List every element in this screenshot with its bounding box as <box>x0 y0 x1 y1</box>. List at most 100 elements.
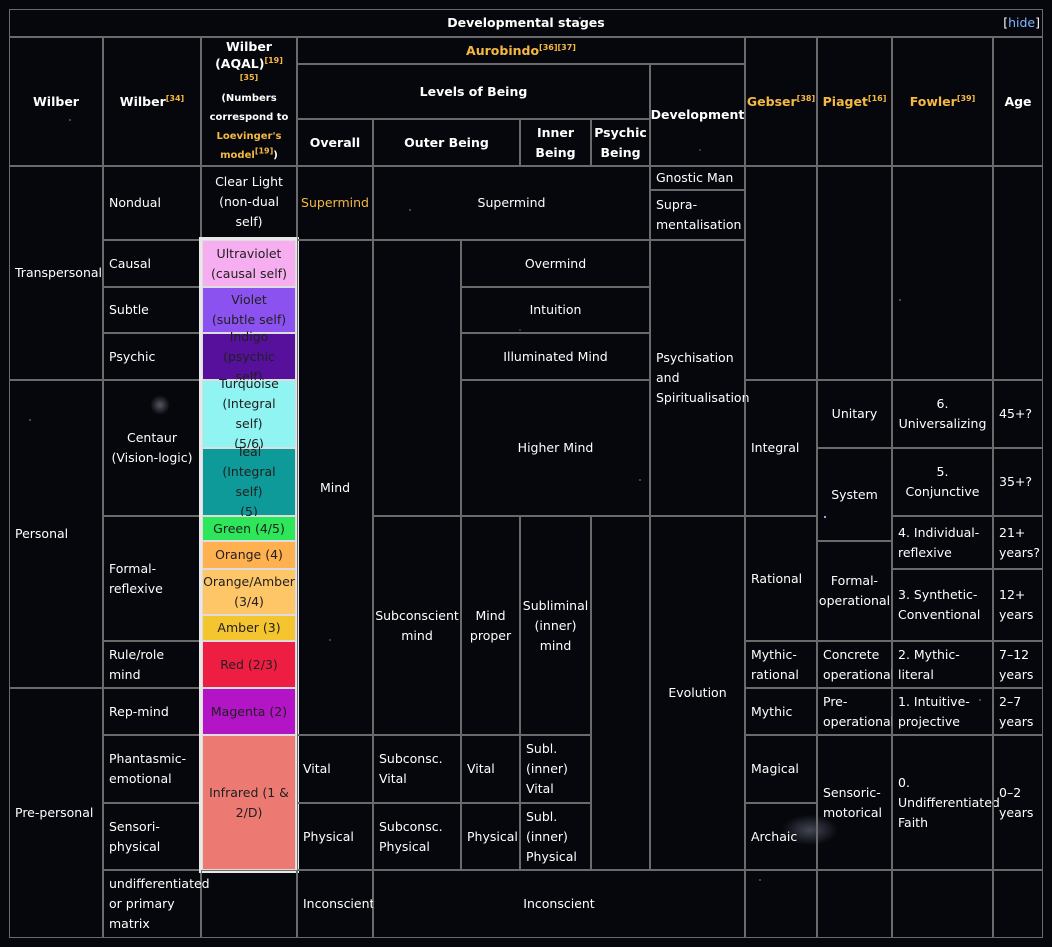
gebser-magical-text: Magical <box>751 761 799 776</box>
wilber-nondual: Nondual <box>103 166 201 240</box>
header-piaget-text[interactable]: Piaget[16] <box>823 92 887 112</box>
ref-36-37[interactable]: [36][37] <box>539 42 576 51</box>
aurobindo-subl-vital: Subl. (inner) Vital <box>520 735 591 803</box>
header-wilber-34-text: Wilber[34] <box>120 92 184 112</box>
aurobindo-illuminated-text: Illuminated Mind <box>503 348 608 364</box>
aurobindo-supermind: Supermind <box>373 166 650 240</box>
wilber-personal-text: Personal <box>15 526 69 541</box>
ref-16[interactable]: [16] <box>868 93 886 102</box>
aurobindo-overall-physical-text: Physical <box>303 828 354 844</box>
aqal-red: Red (2/3) <box>202 641 296 688</box>
header-overall-text: Overall <box>309 134 361 150</box>
header-gebser[interactable]: Gebser[38] <box>745 37 817 166</box>
age-2-7-text: 2–7 years <box>999 693 1034 729</box>
piaget-empty-bottom <box>817 870 892 938</box>
header-aurobindo[interactable]: Aurobindo[36][37] <box>297 37 745 64</box>
wilber-rep-mind: Rep-mind <box>103 688 201 735</box>
header-aurobindo-label[interactable]: Aurobindo <box>466 43 539 58</box>
fowler-0-text: 0. Undifferentiated Faith <box>898 774 1000 830</box>
wilber-phantasmic: Phantasmic- emotional <box>103 735 201 803</box>
wilber-undiff: undifferentiated or primary matrix <box>103 870 210 938</box>
wilber-sensori-text: Sensori- physical <box>109 818 161 854</box>
aqal-clear-light-text: Clear Light (non-dual self) <box>215 174 283 229</box>
aurobindo-gnostic-man-text: Gnostic Man <box>656 170 734 185</box>
hide-toggle[interactable]: [hide] <box>996 11 1040 35</box>
header-gebser-label[interactable]: Gebser <box>747 94 797 109</box>
age-12: 12+ years <box>993 569 1043 641</box>
piaget-unitary: Unitary <box>817 380 892 448</box>
ref-38[interactable]: [38] <box>797 93 815 102</box>
aurobindo-subl-vital-text: Subl. (inner) Vital <box>526 741 568 796</box>
hide-link[interactable]: hide <box>1008 13 1035 33</box>
wilber-nondual-text: Nondual <box>109 195 161 210</box>
aurobindo-overall-supermind-text: Supermind <box>301 195 369 210</box>
aurobindo-supermind-text: Supermind <box>477 195 546 210</box>
aqal-empty-bottom <box>201 870 297 938</box>
piaget-concrete-operational: Concrete operational <box>817 641 895 688</box>
piaget-sensoric-motorical: Sensoric- motorical <box>817 735 892 870</box>
wilber-sensori: Sensori- physical <box>103 803 201 870</box>
header-levels-of-being: Levels of Being <box>297 64 650 119</box>
header-overall: Overall <box>297 119 373 166</box>
wilber-centaur-text: Centaur (Vision-logic) <box>111 430 193 465</box>
gebser-empty-top <box>745 166 817 380</box>
header-gebser-text[interactable]: Gebser[38] <box>747 92 815 112</box>
header-aqal-title: Wilber (AQAL)[19][35] <box>207 38 291 89</box>
age-7-12-text: 7–12 years <box>999 646 1034 682</box>
age-0-2: 0–2 years <box>993 735 1043 870</box>
header-wilber: Wilber <box>9 37 103 166</box>
gebser-rational: Rational <box>745 516 817 641</box>
header-piaget-label[interactable]: Piaget <box>823 94 868 109</box>
fowler-3: 3. Synthetic- Conventional <box>892 569 993 641</box>
age-35: 35+? <box>993 448 1043 516</box>
aqal-orange-amber-text: Orange/Amber (3/4) <box>203 574 295 609</box>
hide-bracket-close: ] <box>1035 15 1040 30</box>
aurobindo-psychic-empty <box>591 516 650 870</box>
wilber-rep-mind-text: Rep-mind <box>109 703 169 719</box>
aqal-infrared: Infrared (1 & 2/D) <box>202 735 296 870</box>
age-empty-bottom <box>993 870 1043 938</box>
piaget-empty-top <box>817 166 892 380</box>
wilber-prepersonal-text: Pre-personal <box>15 805 94 820</box>
piaget-concrete-operational-text: Concrete operational <box>823 646 895 682</box>
aurobindo-vital-proper: Vital <box>461 735 520 803</box>
aurobindo-illuminated-mind: Illuminated Mind <box>461 333 650 380</box>
ref-19[interactable]: [19] <box>255 147 273 156</box>
table-title: Developmental stages <box>9 9 1043 37</box>
fowler-0: 0. Undifferentiated Faith <box>892 735 1000 870</box>
wilber-formal-reflexive-text: Formal- reflexive <box>109 560 163 596</box>
wilber-psychic: Psychic <box>103 333 201 380</box>
header-fowler[interactable]: Fowler[39] <box>892 37 993 166</box>
aurobindo-mind-proper: Mind proper <box>461 516 520 735</box>
loevinger-link[interactable]: Loevinger's model[19]) <box>217 127 282 165</box>
aqal-violet-text: Violet (subtle self) <box>211 292 287 327</box>
header-piaget[interactable]: Piaget[16] <box>817 37 892 166</box>
ref-39[interactable]: [39] <box>957 93 975 102</box>
aurobindo-evolution: Evolution <box>650 516 745 870</box>
piaget-pre-operational-text: Pre- operational <box>823 693 895 729</box>
ref-34[interactable]: [34] <box>166 93 184 102</box>
age-2-7: 2–7 years <box>993 688 1043 735</box>
gebser-empty-bottom <box>745 870 817 938</box>
aqal-green-text: Green (4/5) <box>213 520 285 536</box>
wilber-rule-role: Rule/role mind <box>103 641 201 688</box>
piaget-sensoric-motorical-text: Sensoric- motorical <box>823 784 882 820</box>
aurobindo-vital-proper-text: Vital <box>467 761 495 776</box>
aurobindo-gnostic-man: Gnostic Man <box>650 166 745 190</box>
header-aurobindo-text[interactable]: Aurobindo[36][37] <box>466 41 576 61</box>
header-fowler-text[interactable]: Fowler[39] <box>910 92 976 112</box>
aurobindo-evolution-text: Evolution <box>668 685 727 700</box>
aqal-turquoise: Turquoise (Integral self) (5/6) <box>202 376 296 451</box>
wilber-causal-text: Causal <box>109 255 151 271</box>
header-fowler-label[interactable]: Fowler <box>910 94 957 109</box>
aurobindo-subliminal-mind: Subliminal (inner) mind <box>520 516 591 735</box>
aurobindo-higher-mind-text: Higher Mind <box>517 440 594 455</box>
aurobindo-supramentalisation: Supra- mentalisation <box>650 190 745 240</box>
piaget-formal-operational: Formal- operational <box>817 541 892 641</box>
fowler-5-text: 5. Conjunctive <box>905 464 980 499</box>
wilber-psychic-text: Psychic <box>109 348 156 364</box>
fowler-5: 5. Conjunctive <box>892 448 993 516</box>
aqal-teal: Teal (Integral self) (5) <box>202 444 296 519</box>
wilber-prepersonal: Pre-personal <box>9 688 103 938</box>
age-45-text: 45+? <box>999 406 1033 421</box>
